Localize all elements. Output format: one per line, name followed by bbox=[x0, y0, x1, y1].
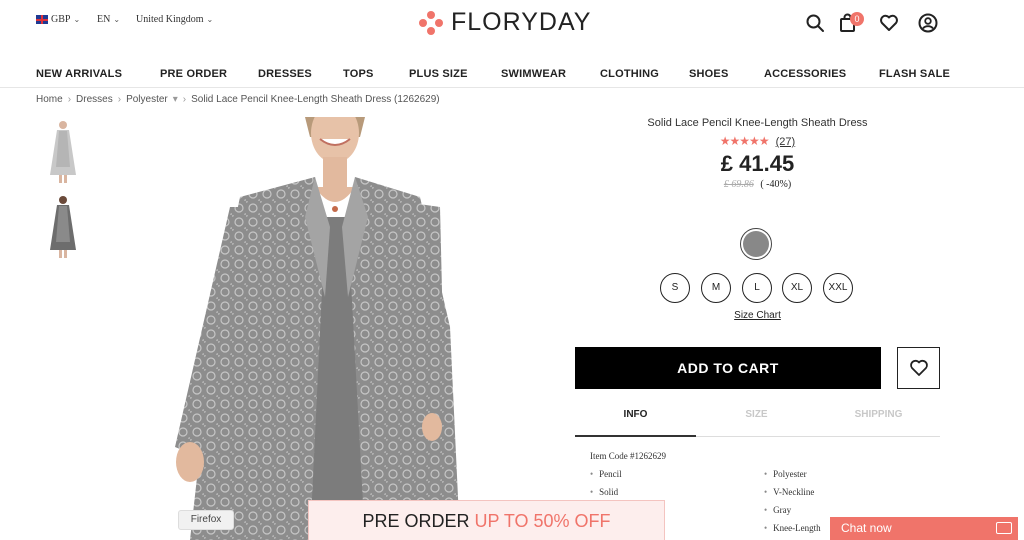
chat-label: Chat now bbox=[841, 521, 892, 535]
nav-dresses[interactable]: DRESSES bbox=[258, 68, 312, 80]
chevron-right-icon: › bbox=[67, 94, 72, 105]
add-to-cart-button[interactable]: ADD TO CART bbox=[575, 347, 881, 389]
chevron-right-icon: › bbox=[117, 94, 122, 105]
nav-plus-size[interactable]: PLUS SIZE bbox=[409, 68, 468, 80]
discount-percent: ( -40%) bbox=[760, 179, 792, 190]
wishlist-button[interactable] bbox=[897, 347, 940, 389]
info-attribute: Knee-Length bbox=[764, 523, 820, 533]
swatch-fill bbox=[743, 231, 769, 257]
cart-count-badge: 0 bbox=[850, 12, 864, 26]
browser-tooltip: Firefox bbox=[178, 510, 234, 530]
logo-text: FLORYDAY bbox=[451, 8, 592, 36]
size-option-l[interactable]: L bbox=[742, 273, 772, 303]
language-selector[interactable]: EN ⌄ bbox=[97, 14, 120, 25]
main-nav: NEW ARRIVALS PRE ORDER DRESSES TOPS PLUS… bbox=[0, 60, 1024, 88]
size-option-m[interactable]: M bbox=[701, 273, 731, 303]
nav-clothing[interactable]: CLOTHING bbox=[600, 68, 659, 80]
promo-text: PRE ORDER bbox=[362, 511, 470, 531]
info-attribute: Gray bbox=[764, 505, 791, 515]
nav-new-arrivals[interactable]: NEW ARRIVALS bbox=[36, 68, 122, 80]
language-label: EN bbox=[97, 14, 111, 25]
nav-swimwear[interactable]: SWIMWEAR bbox=[501, 68, 566, 80]
nav-flash-sale[interactable]: FLASH SALE bbox=[879, 68, 950, 80]
product-title: Solid Lace Pencil Knee-Length Sheath Dre… bbox=[647, 117, 868, 129]
product-thumbnail-2[interactable] bbox=[40, 192, 86, 260]
promo-highlight: UP TO 50% OFF bbox=[474, 511, 611, 531]
nav-pre-order[interactable]: PRE ORDER bbox=[160, 68, 227, 80]
heart-icon[interactable] bbox=[879, 13, 899, 33]
main-product-image[interactable] bbox=[120, 117, 560, 540]
nav-accessories[interactable]: ACCESSORIES bbox=[764, 68, 846, 80]
chat-now-button[interactable]: Chat now bbox=[830, 517, 1018, 540]
chevron-down-icon: ⌄ bbox=[73, 15, 81, 24]
color-swatch-gray[interactable] bbox=[740, 228, 772, 260]
info-attribute: Pencil bbox=[590, 469, 622, 479]
dress-thumbnail-image bbox=[50, 196, 76, 258]
flower-logo-icon bbox=[419, 10, 443, 35]
uk-flag-icon bbox=[36, 15, 48, 24]
price-original: £ 69.86 ( -40%) bbox=[575, 179, 940, 190]
nav-tops[interactable]: TOPS bbox=[343, 68, 374, 80]
promo-banner[interactable]: PRE ORDER UP TO 50% OFF bbox=[308, 500, 665, 540]
top-bar: GBP ⌄ EN ⌄ United Kingdom ⌄ FLORYDAY 0 bbox=[0, 0, 1024, 48]
currency-selector[interactable]: GBP ⌄ bbox=[36, 14, 80, 25]
heart-icon bbox=[909, 359, 928, 376]
country-selector[interactable]: United Kingdom ⌄ bbox=[136, 14, 213, 25]
info-attribute: Solid bbox=[590, 487, 618, 497]
breadcrumb-polyester[interactable]: Polyester bbox=[126, 94, 168, 105]
original-price: £ 69.86 bbox=[723, 179, 754, 190]
star-rating-icon: ★★★★★ bbox=[719, 134, 770, 148]
chevron-down-icon: ⌄ bbox=[113, 15, 121, 24]
chat-bubble-icon bbox=[996, 522, 1012, 534]
review-count-link[interactable]: (27) bbox=[776, 136, 796, 148]
tab-shipping[interactable]: SHIPPING bbox=[817, 409, 940, 420]
size-chart-link[interactable]: Size Chart bbox=[700, 310, 815, 321]
chevron-down-icon: ⌄ bbox=[206, 15, 214, 24]
breadcrumb-current: Solid Lace Pencil Knee-Length Sheath Dre… bbox=[191, 94, 440, 105]
info-attribute: V-Neckline bbox=[764, 487, 814, 497]
breadcrumb-home[interactable]: Home bbox=[36, 94, 63, 105]
tab-active-indicator bbox=[575, 435, 696, 437]
size-option-xl[interactable]: XL bbox=[782, 273, 812, 303]
product-thumbnail-1[interactable] bbox=[40, 117, 86, 185]
size-option-xxl[interactable]: XXL bbox=[823, 273, 853, 303]
lace-dress-photo bbox=[175, 117, 460, 540]
item-code: Item Code #1262629 bbox=[590, 451, 666, 461]
product-rating: ★★★★★ (27) bbox=[575, 134, 940, 148]
tab-info[interactable]: INFO bbox=[575, 409, 696, 420]
caret-down-icon: ▾ bbox=[172, 94, 178, 105]
floryday-logo[interactable]: FLORYDAY bbox=[419, 8, 591, 37]
dress-thumbnail-image bbox=[50, 121, 76, 183]
chevron-right-icon: › bbox=[182, 94, 187, 105]
current-price: £ 41.45 bbox=[720, 151, 795, 176]
nav-shoes[interactable]: SHOES bbox=[689, 68, 729, 80]
currency-label: GBP bbox=[51, 14, 71, 25]
size-option-s[interactable]: S bbox=[660, 273, 690, 303]
search-icon[interactable] bbox=[805, 13, 825, 33]
tab-size[interactable]: SIZE bbox=[696, 409, 817, 420]
info-attribute: Polyester bbox=[764, 469, 807, 479]
breadcrumb-dresses[interactable]: Dresses bbox=[76, 94, 113, 105]
country-label: United Kingdom bbox=[136, 14, 204, 25]
account-icon[interactable] bbox=[918, 13, 938, 33]
breadcrumb: Home › Dresses › Polyester ▾ › Solid Lac… bbox=[36, 94, 440, 105]
